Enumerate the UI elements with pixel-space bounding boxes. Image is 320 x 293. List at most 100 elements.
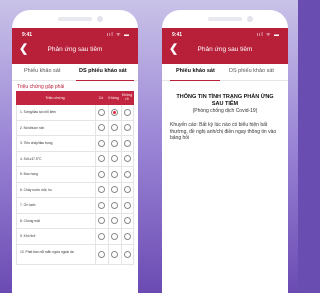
radio-yes[interactable] [98,124,105,131]
radio-unknown[interactable] [124,232,131,240]
column-divider [121,105,122,120]
column-divider [108,105,109,120]
camera-dot [247,16,253,22]
column-divider [95,213,96,228]
symptom-label: 2. Nôn/buồn nôn [20,125,45,130]
table-row: 8. Chóng mặt [16,213,134,229]
symptom-table: 1. Sưng/đau tại chỗ tiêm 2. Nôn/buồn nôn 3… [16,105,134,265]
speaker-notch [208,17,242,21]
column-divider [121,182,122,197]
radio-no[interactable] [111,186,118,193]
column-divider [95,105,96,120]
radio-yes[interactable] [98,186,105,193]
column-divider [108,244,109,264]
status-time: 9:41 [172,32,183,38]
form-subtitle: (Phòng chống dịch Covid-19) [192,108,258,114]
radio-no[interactable] [111,217,118,224]
radio-no[interactable] [111,201,118,209]
symptom-label: 4. Sốt ≥37.5°C [20,156,42,161]
column-divider [108,167,109,182]
column-header-symptom: Triệu chứng [45,96,65,100]
radio-unknown[interactable] [124,155,131,162]
table-row: 1. Sưng/đau tại chỗ tiêm [16,105,134,121]
section-title: Triệu chứng gặp phải [17,84,65,90]
column-divider [121,167,122,182]
column-divider [108,198,109,213]
radio-yes[interactable] [98,217,105,224]
radio-no[interactable] [111,170,118,178]
radio-yes[interactable] [98,108,105,116]
column-header-yes: Có [98,96,104,100]
radio-unknown[interactable] [124,186,131,193]
symptom-label: 7. Ớn lạnh [20,203,36,207]
radio-yes[interactable] [98,155,105,162]
header-title: Phản ứng sau tiêm [197,46,253,53]
table-row: 4. Sốt ≥37.5°C [16,151,134,167]
column-divider [108,136,109,151]
phone-survey-form: 9:41 ııl ᯤ ▬ ❮ Phản ứng sau tiêm Phiếu k… [162,10,288,293]
table-row: 5. Đau họng [16,167,134,183]
table-header: Triệu chứng Có Không Không rõ [16,91,134,105]
radio-no[interactable] [111,232,118,240]
column-divider [108,182,109,197]
app-header: 9:41 ııl ᯤ ▬ ❮ Phản ứng sau tiêm [162,28,288,64]
radio-yes[interactable] [98,139,105,147]
symptom-label: 9. Khó thở [20,234,36,238]
radio-yes[interactable] [98,232,105,240]
tab-survey-list[interactable]: DS phiếu khảo sát [79,68,127,74]
column-divider [108,229,109,244]
column-divider [108,151,109,166]
column-divider [121,213,122,228]
radio-unknown[interactable] [124,217,131,224]
tab-survey-form[interactable]: Phiếu khảo sát [24,68,60,74]
column-divider [121,198,122,213]
column-divider [95,136,96,151]
recommendation-text: Khuyến cáo: Bất kỳ lúc nào có biểu hiện … [170,122,277,141]
status-icons: ııl ᯤ ▬ [106,32,130,38]
column-header-no: Không [108,96,119,100]
active-tab-indicator [170,79,220,81]
radio-no[interactable] [111,108,118,116]
column-divider [121,151,122,166]
column-divider [121,136,122,151]
radio-unknown[interactable] [124,139,131,147]
tab-survey-form[interactable]: Phiếu khảo sát [176,68,215,74]
column-divider [121,244,122,264]
camera-dot [97,16,103,22]
radio-no[interactable] [111,124,118,131]
radio-yes[interactable] [98,250,105,258]
column-divider [95,182,96,197]
table-row: 7. Ớn lạnh [16,198,134,214]
symptom-label: 8. Chóng mặt [20,218,40,223]
column-divider [95,167,96,182]
column-divider [108,120,109,135]
radio-unknown[interactable] [124,201,131,209]
radio-unknown[interactable] [124,170,131,178]
app-header: 9:41 ııl ᯤ ▬ ❮ Phản ứng sau tiêm [12,28,138,64]
column-divider [95,244,96,264]
radio-unknown[interactable] [124,108,131,116]
column-header-unknown: Không rõ [121,93,133,101]
column-divider [95,198,96,213]
table-row: 3. Tiêu chảy/đau bụng [16,136,134,152]
column-divider [121,229,122,244]
radio-no[interactable] [111,155,118,162]
column-divider [108,213,109,228]
column-divider [95,120,96,135]
tab-survey-list[interactable]: DS phiếu khảo sát [229,68,274,74]
table-row: 2. Nôn/buồn nôn [16,120,134,136]
radio-unknown[interactable] [124,124,131,131]
radio-yes[interactable] [98,201,105,209]
column-divider [95,229,96,244]
symptom-label: 6. Chảy nước mũi, ho [20,187,52,192]
speaker-notch [58,17,92,21]
tab-bar: Phiếu khảo sát DS phiếu khảo sát [162,64,288,81]
radio-unknown[interactable] [124,250,131,258]
radio-yes[interactable] [98,170,105,178]
active-tab-indicator [76,79,134,81]
radio-no[interactable] [111,139,118,147]
radio-no[interactable] [111,250,118,258]
status-icons: ııl ᯤ ▬ [256,32,280,38]
symptom-label: 1. Sưng/đau tại chỗ tiêm [20,110,56,114]
symptom-label: 3. Tiêu chảy/đau bụng [20,141,53,145]
